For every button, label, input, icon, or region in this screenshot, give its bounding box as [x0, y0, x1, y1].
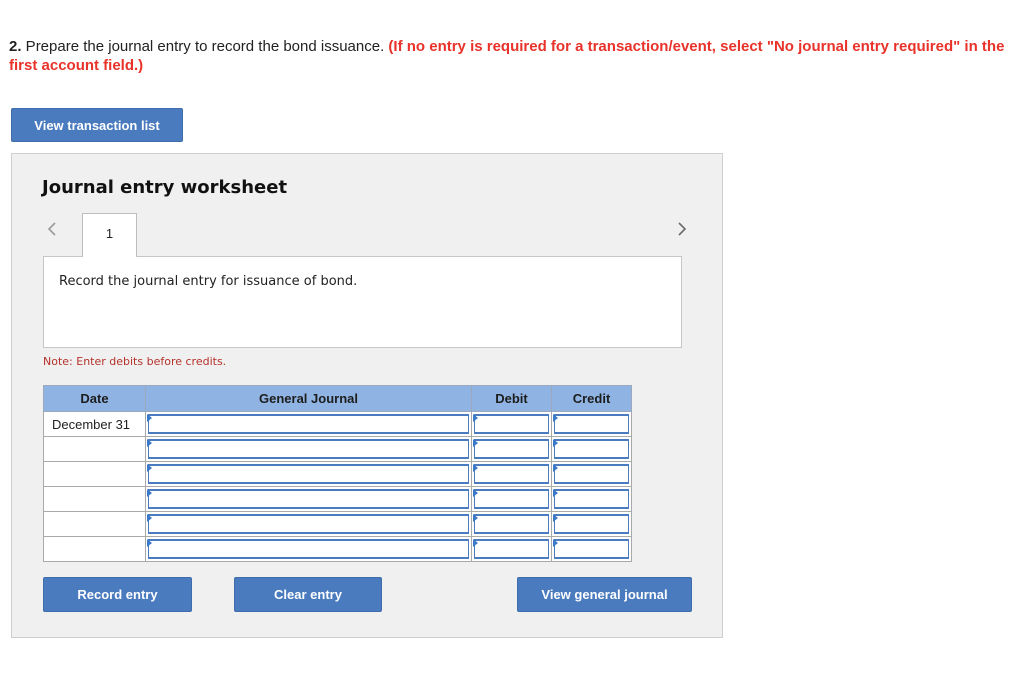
- question-text: Prepare the journal entry to record the …: [21, 38, 389, 55]
- debit-cell: [471, 511, 552, 537]
- column-header-date: Date: [43, 385, 146, 412]
- column-header-debit: Debit: [471, 385, 552, 412]
- view-general-journal-button[interactable]: View general journal: [517, 577, 692, 612]
- journal-row: [43, 511, 632, 537]
- credit-input[interactable]: [554, 539, 629, 559]
- input-flag-icon: [473, 514, 478, 522]
- journal-row: [43, 486, 632, 512]
- account-cell: [145, 536, 472, 562]
- account-input[interactable]: [148, 464, 469, 484]
- credit-cell: [551, 536, 632, 562]
- debit-cell: [471, 411, 552, 437]
- date-cell: [43, 536, 146, 562]
- credit-cell: [551, 461, 632, 487]
- journal-header-row: Date General Journal Debit Credit: [43, 385, 632, 412]
- column-header-credit: Credit: [551, 385, 632, 412]
- chevron-right-icon: [678, 222, 687, 236]
- dropdown-flag-icon: [147, 414, 152, 422]
- page-tab-label: 1: [105, 226, 114, 241]
- input-flag-icon: [553, 539, 558, 547]
- credit-input[interactable]: [554, 439, 629, 459]
- account-cell: [145, 461, 472, 487]
- debit-cell: [471, 536, 552, 562]
- view-transaction-list-button[interactable]: View transaction list: [11, 108, 183, 142]
- journal-row: [43, 436, 632, 462]
- date-cell: [43, 511, 146, 537]
- next-page-button[interactable]: [674, 217, 690, 241]
- entry-description-box: Record the journal entry for issuance of…: [43, 256, 682, 348]
- debit-input[interactable]: [474, 414, 549, 434]
- account-cell: [145, 511, 472, 537]
- journal-row: [43, 461, 632, 487]
- debit-input[interactable]: [474, 539, 549, 559]
- question-number: 2.: [9, 38, 22, 55]
- record-entry-button[interactable]: Record entry: [43, 577, 192, 612]
- debit-input[interactable]: [474, 514, 549, 534]
- debit-input[interactable]: [474, 464, 549, 484]
- entry-description: Record the journal entry for issuance of…: [59, 274, 358, 289]
- date-cell: December 31: [43, 411, 146, 437]
- previous-page-button[interactable]: [44, 217, 60, 241]
- credit-input[interactable]: [554, 464, 629, 484]
- account-cell: [145, 411, 472, 437]
- debit-cell: [471, 436, 552, 462]
- date-cell: [43, 461, 146, 487]
- credit-input[interactable]: [554, 514, 629, 534]
- credit-cell: [551, 411, 632, 437]
- dropdown-flag-icon: [147, 514, 152, 522]
- input-flag-icon: [553, 489, 558, 497]
- input-flag-icon: [473, 439, 478, 447]
- credit-cell: [551, 511, 632, 537]
- credit-cell: [551, 436, 632, 462]
- debit-input[interactable]: [474, 489, 549, 509]
- worksheet-title: Journal entry worksheet: [42, 177, 288, 198]
- dropdown-flag-icon: [147, 439, 152, 447]
- journal-table: Date General Journal Debit Credit Decemb…: [43, 385, 632, 562]
- debit-input[interactable]: [474, 439, 549, 459]
- account-input[interactable]: [148, 489, 469, 509]
- date-cell: [43, 486, 146, 512]
- debit-cell: [471, 486, 552, 512]
- input-flag-icon: [473, 414, 478, 422]
- date-cell: [43, 436, 146, 462]
- entry-note: Note: Enter debits before credits.: [43, 355, 227, 368]
- input-flag-icon: [553, 439, 558, 447]
- journal-row: December 31: [43, 411, 632, 437]
- account-cell: [145, 486, 472, 512]
- account-input[interactable]: [148, 439, 469, 459]
- chevron-left-icon: [47, 222, 56, 236]
- input-flag-icon: [553, 464, 558, 472]
- account-cell: [145, 436, 472, 462]
- input-flag-icon: [473, 539, 478, 547]
- input-flag-icon: [473, 489, 478, 497]
- dropdown-flag-icon: [147, 539, 152, 547]
- input-flag-icon: [473, 464, 478, 472]
- input-flag-icon: [553, 514, 558, 522]
- input-flag-icon: [553, 414, 558, 422]
- account-input[interactable]: [148, 539, 469, 559]
- dropdown-flag-icon: [147, 489, 152, 497]
- account-input[interactable]: [148, 414, 469, 434]
- credit-cell: [551, 486, 632, 512]
- dropdown-flag-icon: [147, 464, 152, 472]
- question-prompt: 2. Prepare the journal entry to record t…: [9, 37, 1019, 75]
- journal-row: [43, 536, 632, 562]
- journal-entry-worksheet: Journal entry worksheet 1 Record the jou…: [11, 153, 723, 638]
- clear-entry-button[interactable]: Clear entry: [234, 577, 382, 612]
- account-input[interactable]: [148, 514, 469, 534]
- credit-input[interactable]: [554, 414, 629, 434]
- column-header-general-journal: General Journal: [145, 385, 472, 412]
- page-tab-1[interactable]: 1: [82, 213, 137, 257]
- credit-input[interactable]: [554, 489, 629, 509]
- debit-cell: [471, 461, 552, 487]
